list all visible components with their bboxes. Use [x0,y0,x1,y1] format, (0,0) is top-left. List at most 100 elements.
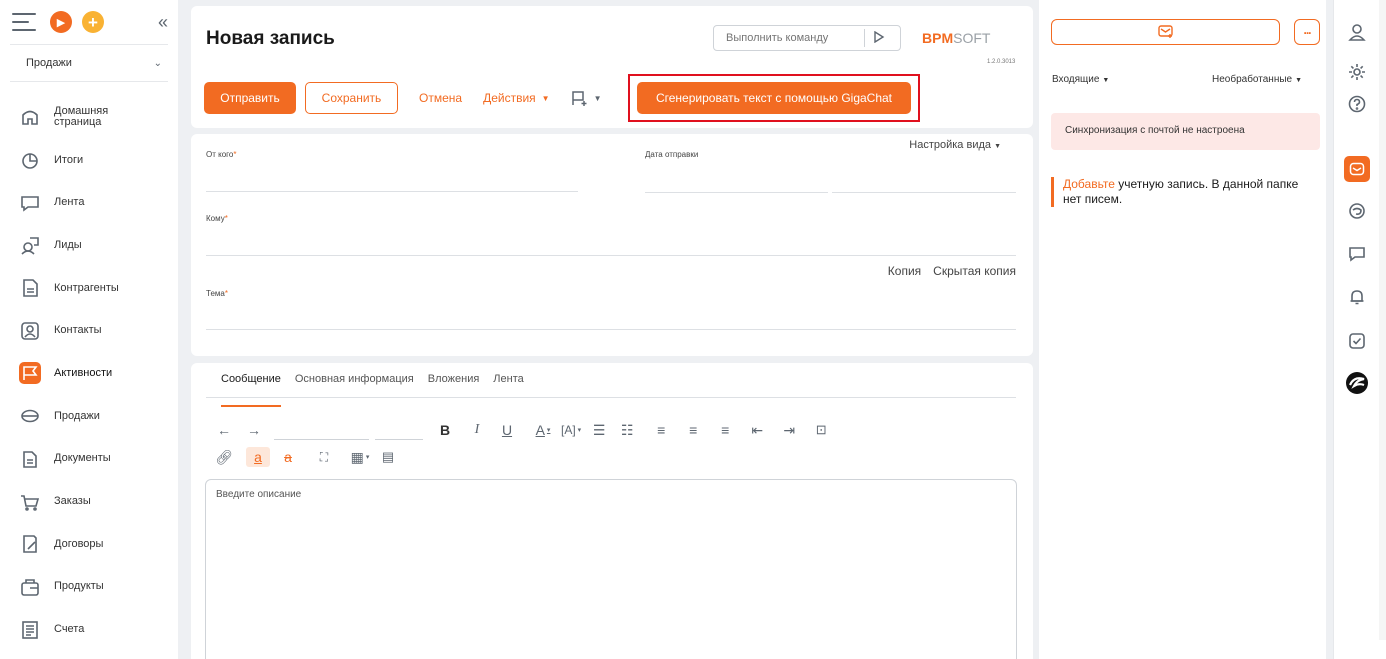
menu-icon[interactable] [12,13,36,31]
email-icon[interactable] [1344,156,1370,182]
italic-icon[interactable]: I [467,420,487,440]
subject-field[interactable] [206,329,1016,330]
from-field[interactable] [206,191,578,192]
status-filter[interactable]: Необработанные ▼ [1212,74,1302,85]
send-time-field[interactable] [832,192,1016,193]
record-header: Новая запись BPMSOFT 1.2.0.3013 Отправит… [191,6,1033,128]
tab-message[interactable]: Сообщение [221,373,281,407]
cc-link[interactable]: Копия [888,264,921,278]
view-settings-button[interactable]: Настройка вида ▼ [909,139,1001,151]
profile-icon[interactable] [1344,19,1370,45]
align-left-icon[interactable]: ≡ [651,420,671,440]
sidebar-item-orders[interactable]: Заказы [0,480,178,523]
bullet-list-icon[interactable]: ☷ [617,420,637,440]
template-icon[interactable]: ▤ [378,447,398,467]
tab-attachments[interactable]: Вложения [428,373,480,398]
description-editor[interactable]: Введите описание [205,479,1017,659]
sidebar-item-activities[interactable]: Активности [0,352,178,395]
sidebar-item-products[interactable]: Продукты [0,566,178,609]
redo-icon[interactable]: → [244,420,264,440]
bcc-link[interactable]: Скрытая копия [933,264,1016,278]
background-color-icon[interactable]: [A] ▾ [561,420,581,440]
sidebar-item-feed[interactable]: Лента [0,181,178,224]
more-options-button[interactable]: ... [1294,19,1320,45]
actions-button[interactable]: Действия ▼ [483,82,550,114]
leads-icon [20,235,40,255]
compose-email-button[interactable] [1051,19,1280,45]
font-color-icon[interactable]: A ▾ [533,420,553,440]
sidebar-item-documents[interactable]: Документы [0,438,178,481]
accounts-icon [20,278,40,298]
font-size-select[interactable] [375,439,423,440]
contracts-icon [20,534,40,554]
table-icon[interactable]: ▦ ▾ [350,447,370,467]
scrollbar[interactable] [1379,0,1386,640]
flag-icon [19,362,41,385]
tab-feed[interactable]: Лента [493,373,523,398]
help-icon[interactable] [1344,91,1370,117]
tab-main-info[interactable]: Основная информация [295,373,414,398]
align-center-icon[interactable]: ≡ [683,420,703,440]
sidebar-item-home[interactable]: Домашняя страница [0,96,178,139]
send-date-field[interactable] [645,192,828,193]
home-icon [20,107,40,127]
opportunities-icon [20,406,40,426]
image-icon[interactable]: ⊡ [811,420,831,440]
sidebar-item-accounts[interactable]: Контрагенты [0,267,178,310]
folder-filter[interactable]: Входящие ▼ [1052,74,1109,85]
sidebar-item-invoices[interactable]: Счета [0,608,178,651]
feed-icon[interactable] [1344,241,1370,267]
sidebar-item-opportunities[interactable]: Продажи [0,395,178,438]
indent-icon[interactable]: ⇥ [779,420,799,440]
sidebar-item-label: Контакты [54,324,102,337]
folder-filter-label: Входящие [1052,74,1100,85]
bold-icon[interactable]: B [435,420,455,440]
numbered-list-icon[interactable]: ☰ [589,420,609,440]
subject-label: Тема* [206,289,228,298]
link-icon[interactable]: 🔗︎ [214,447,234,467]
empty-state-message: Добавьте учетную запись. В данной папке … [1051,177,1311,207]
add-account-link[interactable]: Добавьте [1063,177,1115,191]
to-field[interactable] [206,255,1016,256]
workspace-selector[interactable]: Продажи ⌄ [10,44,168,82]
add-icon[interactable]: + [82,11,104,33]
bell-icon[interactable] [1344,284,1370,310]
clear-format-icon[interactable]: a [278,447,298,467]
status-filter-label: Необработанные [1212,74,1293,85]
cancel-button[interactable]: Отмена [419,82,462,114]
command-input[interactable] [714,32,864,44]
cart-icon [20,492,40,512]
sber-logo-icon[interactable] [1344,370,1370,396]
sidebar-item-leads[interactable]: Лиды [0,224,178,267]
undo-icon[interactable]: ← [214,420,234,440]
add-activity-button[interactable]: ▼ [570,89,601,107]
sidebar-item-label: Контрагенты [54,281,119,294]
font-family-select[interactable] [274,439,369,440]
chat-icon[interactable] [1344,198,1370,224]
sidebar-top: ▶ + « [0,0,178,44]
outdent-icon[interactable]: ⇤ [747,420,767,440]
sidebar-item-label: Договоры [54,537,104,550]
run-command-icon[interactable] [873,30,885,46]
highlight-text-icon[interactable]: a [246,447,270,467]
chart-icon [20,150,40,170]
underline-icon[interactable]: U [497,420,517,440]
sync-alert: Синхронизация с почтой не настроена [1051,113,1320,150]
gigachat-generate-button[interactable]: Сгенерировать текст с помощью GigaChat [637,82,911,114]
sidebar-item-contacts[interactable]: Контакты [0,309,178,352]
tasks-icon[interactable] [1344,328,1370,354]
description-placeholder: Введите описание [216,489,302,500]
page-title: Новая запись [206,28,335,49]
align-right-icon[interactable]: ≡ [715,420,735,440]
sidebar-item-contracts[interactable]: Договоры [0,523,178,566]
save-button[interactable]: Сохранить [305,82,398,114]
collapse-sidebar-icon[interactable]: « [158,12,168,33]
send-button[interactable]: Отправить [204,82,296,114]
gear-icon[interactable] [1344,59,1370,85]
caret-down-icon: ▼ [994,143,1001,150]
sidebar-item-dashboards[interactable]: Итоги [0,139,178,182]
fullscreen-icon[interactable]: ⛶ [314,447,334,467]
from-label: От кого* [206,150,237,159]
chevron-down-icon: ⌄ [153,57,162,69]
run-process-icon[interactable]: ▶ [50,11,72,33]
